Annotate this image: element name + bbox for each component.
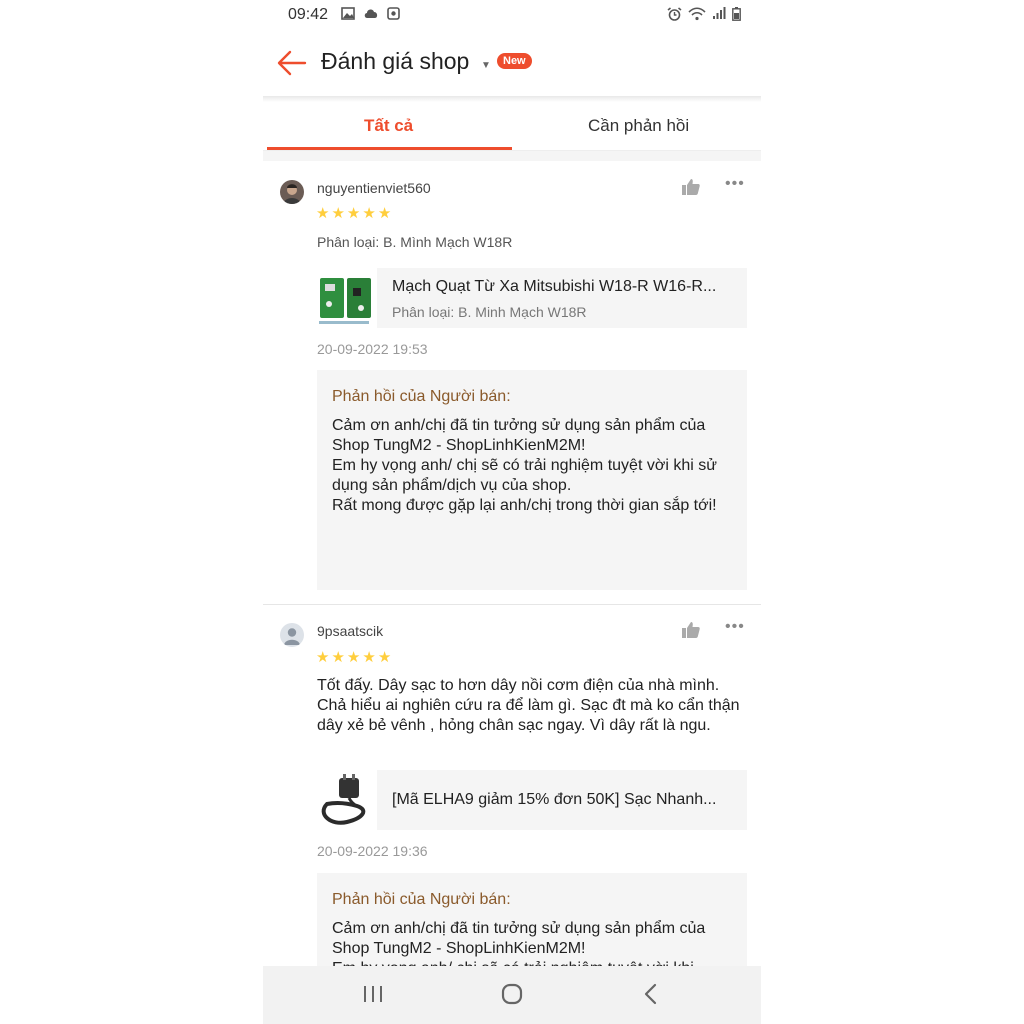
section-divider — [263, 151, 761, 161]
phone-screen: 09:42 Đánh giá shop ▼ New Tất cả Cần phả… — [263, 0, 761, 1024]
product-card[interactable]: Mạch Quạt Từ Xa Mitsubishi W18-R W16-R..… — [317, 268, 747, 328]
status-time: 09:42 — [288, 6, 329, 23]
seller-reply: Phản hồi của Người bán: Cảm ơn anh/chị đ… — [317, 873, 747, 966]
seller-reply-text: Cảm ơn anh/chị đã tin tưởng sử dụng sản … — [332, 417, 717, 514]
product-variant: Phân loại: B. Minh Mạch W18R — [392, 304, 587, 320]
review-item: 9psaatscik ••• ★ ★ ★ ★ ★ Tốt đấy. Dây sạ… — [263, 605, 761, 966]
seller-reply-title: Phản hồi của Người bán: — [332, 388, 511, 405]
thumbs-up-icon[interactable] — [681, 620, 701, 640]
back-arrow-icon[interactable] — [277, 50, 307, 76]
tab-bar: Tất cả Cần phản hồi — [263, 102, 761, 151]
product-info: [Mã ELHA9 giảm 15% đơn 50K] Sạc Nhanh... — [377, 770, 747, 830]
seller-reply: Phản hồi của Người bán: Cảm ơn anh/chị đ… — [317, 370, 747, 590]
page-title[interactable]: Đánh giá shop — [321, 48, 469, 75]
more-options-icon[interactable]: ••• — [725, 175, 745, 193]
star-icon: ★ — [331, 649, 345, 666]
status-left-icons — [341, 7, 400, 23]
tab-need-reply[interactable]: Cần phản hồi — [588, 116, 689, 136]
seller-reply-text: Cảm ơn anh/chị đã tin tưởng sử dụng sản … — [332, 920, 706, 966]
battery-icon — [732, 7, 741, 24]
recent-apps-icon[interactable] — [361, 982, 385, 1011]
product-name: [Mã ELHA9 giảm 15% đơn 50K] Sạc Nhanh... — [392, 791, 717, 808]
system-nav-bar — [263, 966, 761, 1024]
star-icon: ★ — [331, 205, 345, 222]
home-icon[interactable] — [500, 982, 524, 1011]
review-date: 20-09-2022 19:36 — [317, 843, 428, 859]
star-icon: ★ — [377, 649, 392, 666]
star-icon: ★ — [377, 205, 392, 222]
dropdown-caret-icon[interactable]: ▼ — [481, 60, 491, 71]
wifi-icon — [688, 7, 706, 24]
alarm-icon — [667, 7, 682, 24]
product-card[interactable]: [Mã ELHA9 giảm 15% đơn 50K] Sạc Nhanh... — [317, 770, 747, 830]
image-icon — [341, 7, 355, 23]
more-options-icon[interactable]: ••• — [725, 618, 745, 636]
tab-all[interactable]: Tất cả — [364, 116, 413, 136]
review-date: 20-09-2022 19:53 — [317, 341, 428, 357]
star-icon: ★ — [362, 649, 376, 666]
star-icon: ★ — [362, 205, 376, 222]
review-comment: Tốt đấy. Dây sạc to hơn dây nồi cơm điện… — [317, 677, 740, 734]
signal-icon — [712, 7, 726, 24]
avatar[interactable] — [280, 623, 304, 647]
back-nav-icon[interactable] — [639, 982, 663, 1011]
cloud-icon — [363, 7, 379, 23]
product-info: Mạch Quạt Từ Xa Mitsubishi W18-R W16-R..… — [377, 268, 747, 328]
star-icon: ★ — [316, 649, 330, 666]
product-thumbnail — [317, 770, 375, 830]
product-name: Mạch Quạt Từ Xa Mitsubishi W18-R W16-R..… — [392, 278, 717, 295]
app-bar: Đánh giá shop ▼ New — [263, 32, 761, 96]
star-rating: ★ ★ ★ ★ ★ — [316, 206, 391, 221]
new-badge: New — [497, 53, 532, 69]
review-item: nguyentienviet560 ••• ★ ★ ★ ★ ★ Phân loạ… — [263, 161, 761, 604]
star-rating: ★ ★ ★ ★ ★ — [316, 650, 391, 665]
review-username[interactable]: 9psaatscik — [317, 623, 383, 639]
star-icon: ★ — [346, 649, 361, 666]
status-bar: 09:42 — [263, 0, 761, 32]
seller-reply-title: Phản hồi của Người bán: — [332, 891, 511, 908]
product-thumbnail — [317, 268, 375, 328]
app-icon — [387, 7, 400, 23]
thumbs-up-icon[interactable] — [681, 177, 701, 197]
review-username[interactable]: nguyentienviet560 — [317, 180, 431, 196]
active-tab-indicator — [267, 147, 512, 150]
star-icon: ★ — [316, 205, 330, 222]
avatar[interactable] — [280, 180, 304, 204]
review-variant: Phân loại: B. Mình Mạch W18R — [317, 234, 513, 250]
status-right-icons — [667, 7, 741, 24]
star-icon: ★ — [346, 205, 361, 222]
